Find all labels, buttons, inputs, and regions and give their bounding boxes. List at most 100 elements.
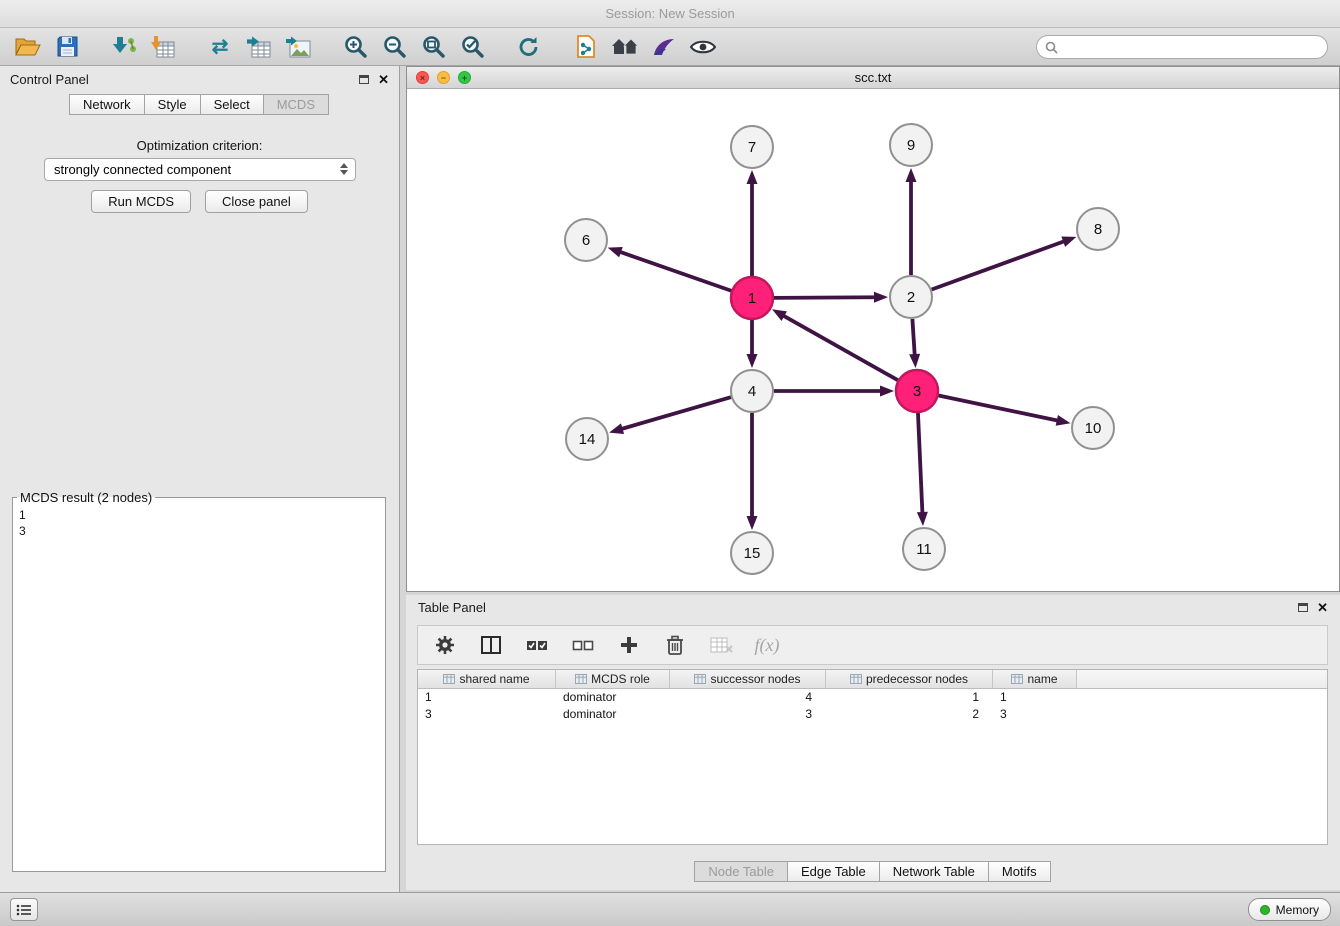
tab-select[interactable]: Select [200, 94, 264, 115]
close-panel-button[interactable]: Close panel [205, 190, 308, 213]
network-canvas[interactable]: 7 9 6 8 1 2 4 3 14 10 15 11 [407, 89, 1339, 591]
new-network-button[interactable]: ⇄ [204, 32, 236, 62]
graph-edge-2-8[interactable] [932, 241, 1066, 290]
graph-node-15[interactable]: 15 [731, 532, 773, 574]
graph-node-14[interactable]: 14 [566, 418, 608, 460]
graph-node-6[interactable]: 6 [565, 219, 607, 261]
zoom-in-button[interactable] [339, 32, 371, 62]
column-label: successor nodes [710, 672, 800, 686]
minimize-window-icon[interactable]: − [437, 71, 450, 84]
close-window-icon[interactable]: × [416, 71, 429, 84]
table-cell[interactable]: dominator [556, 689, 670, 706]
node-table-header: shared name MCDS role successor nodes pr… [418, 670, 1327, 689]
delete-table-button[interactable] [708, 632, 734, 658]
float-table-panel-icon[interactable] [1298, 603, 1308, 612]
graph-edge-3-10[interactable] [939, 396, 1060, 421]
column-header-shared-name[interactable]: shared name [418, 670, 556, 688]
plus-icon [620, 636, 638, 654]
zoom-selected-button[interactable] [456, 32, 488, 62]
table-settings-button[interactable] [432, 632, 458, 658]
float-panel-icon[interactable] [359, 75, 369, 84]
table-row[interactable]: 1dominator411 [418, 689, 1327, 706]
network-view-window: × − + scc.txt 7 9 6 8 1 2 4 3 14 10 15 11 [406, 66, 1340, 592]
memory-button[interactable]: Memory [1248, 898, 1331, 921]
export-table-button[interactable] [243, 32, 275, 62]
tab-node-table[interactable]: Node Table [694, 861, 788, 882]
graph-edge-arrowhead [874, 292, 888, 303]
graph-node-3[interactable]: 3 [896, 370, 938, 412]
column-header-successor-nodes[interactable]: successor nodes [670, 670, 826, 688]
show-hide-button[interactable] [687, 32, 719, 62]
graph-node-2[interactable]: 2 [890, 276, 932, 318]
network-window-title: scc.txt [855, 70, 892, 85]
table-row[interactable]: 3dominator323 [418, 706, 1327, 723]
refresh-view-button[interactable] [513, 32, 545, 62]
delete-column-button[interactable] [662, 632, 688, 658]
mcds-result-box: MCDS result (2 nodes) 1 3 [12, 490, 386, 872]
table-cell[interactable]: 2 [826, 706, 993, 723]
function-builder-button[interactable]: f(x) [754, 632, 780, 658]
graph-node-4[interactable]: 4 [731, 370, 773, 412]
table-cell[interactable]: 3 [670, 706, 826, 723]
graph-node-1[interactable]: 1 [731, 277, 773, 319]
graph-node-9[interactable]: 9 [890, 124, 932, 166]
table-cell[interactable]: 3 [993, 706, 1077, 723]
graph-edge-arrowhead [917, 512, 928, 526]
table-cell[interactable]: 3 [418, 706, 556, 723]
table-cell[interactable]: 1 [418, 689, 556, 706]
tab-edge-table[interactable]: Edge Table [787, 861, 880, 882]
graph-node-label: 11 [916, 541, 932, 558]
close-table-panel-icon[interactable]: ✕ [1317, 601, 1328, 614]
zoom-fit-button[interactable] [417, 32, 449, 62]
table-cell[interactable]: 1 [993, 689, 1077, 706]
graph-edge-2-3[interactable] [912, 319, 914, 357]
show-columns-button[interactable] [478, 632, 504, 658]
save-session-button[interactable] [51, 32, 83, 62]
home-button[interactable] [609, 32, 641, 62]
table-cell[interactable]: 1 [826, 689, 993, 706]
column-header-name[interactable]: name [993, 670, 1077, 688]
run-mcds-button[interactable]: Run MCDS [91, 190, 191, 213]
import-table-button[interactable] [147, 32, 179, 62]
graph-edge-1-6[interactable] [618, 251, 731, 291]
graph-node-8[interactable]: 8 [1077, 208, 1119, 250]
tab-network[interactable]: Network [69, 94, 145, 115]
apply-style-button[interactable] [648, 32, 680, 62]
graph-node-11[interactable]: 11 [903, 528, 945, 570]
export-image-button[interactable] [282, 32, 314, 62]
select-all-columns-button[interactable] [524, 632, 550, 658]
table-cell[interactable]: 4 [670, 689, 826, 706]
column-label: name [1027, 672, 1057, 686]
graph-edge-arrowhead [609, 423, 624, 434]
refresh-icon [517, 36, 541, 58]
search-input[interactable] [1063, 36, 1321, 58]
graph-edge-4-14[interactable] [620, 397, 731, 429]
graph-edge-3-11[interactable] [918, 413, 923, 515]
graph-node-7[interactable]: 7 [731, 126, 773, 168]
table-cell[interactable]: dominator [556, 706, 670, 723]
graph-edge-3-1[interactable] [782, 315, 898, 381]
graph-node-label: 10 [1085, 420, 1102, 437]
network-window-titlebar[interactable]: × − + scc.txt [407, 67, 1339, 89]
criterion-dropdown[interactable]: strongly connected component [44, 158, 356, 181]
unselect-all-columns-button[interactable] [570, 632, 596, 658]
header-filler [1077, 670, 1327, 688]
close-panel-icon[interactable]: ✕ [378, 73, 389, 86]
zoom-out-button[interactable] [378, 32, 410, 62]
maximize-window-icon[interactable]: + [458, 71, 471, 84]
column-header-predecessor-nodes[interactable]: predecessor nodes [826, 670, 993, 688]
graph-edge-arrowhead [1061, 236, 1076, 246]
add-column-button[interactable] [616, 632, 642, 658]
tab-style[interactable]: Style [144, 94, 201, 115]
import-network-button[interactable] [108, 32, 140, 62]
task-history-button[interactable] [10, 898, 38, 921]
open-session-button[interactable] [12, 32, 44, 62]
column-label: MCDS role [591, 672, 650, 686]
column-header-mcds-role[interactable]: MCDS role [556, 670, 670, 688]
clone-network-button[interactable] [570, 32, 602, 62]
tab-mcds[interactable]: MCDS [263, 94, 329, 115]
graph-edge-1-2[interactable] [774, 297, 877, 298]
graph-node-10[interactable]: 10 [1072, 407, 1114, 449]
tab-network-table[interactable]: Network Table [879, 861, 989, 882]
tab-motifs[interactable]: Motifs [988, 861, 1051, 882]
